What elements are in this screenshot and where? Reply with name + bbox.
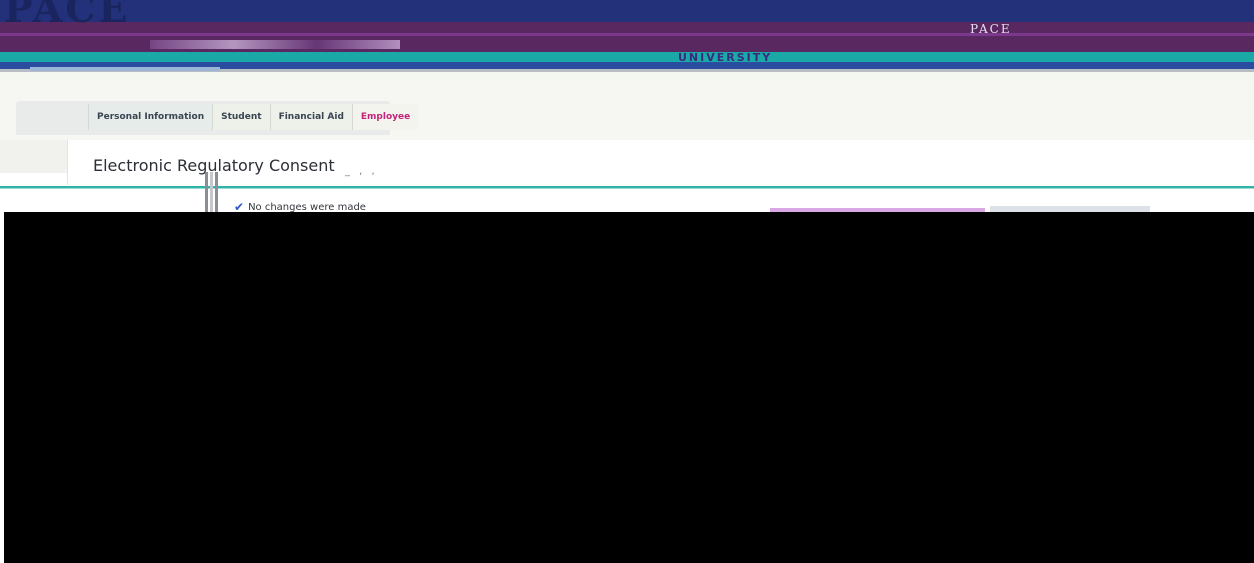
header-wave-accent	[30, 67, 220, 71]
title-divider-shadow	[0, 188, 1254, 189]
header-banner: PACE PACE UNIVERSITY	[0, 0, 1254, 80]
gutter-bars-decoration	[205, 172, 229, 212]
main-content-area	[4, 212, 1254, 563]
title-artifact: _ , ,	[345, 166, 378, 177]
header-rule	[0, 33, 1254, 36]
header-wave-decoration	[150, 40, 400, 49]
tab-financial-aid[interactable]: Financial Aid	[269, 104, 352, 130]
university-logo-subtext: UNIVERSITY	[678, 51, 773, 64]
university-logo-secondary: PACE	[970, 22, 1012, 36]
university-logo[interactable]: PACE	[4, 0, 131, 28]
status-message-text: No changes were made	[248, 201, 366, 213]
tab-student[interactable]: Student	[212, 104, 270, 130]
tab-personal-information[interactable]: Personal Information	[88, 104, 213, 130]
header-navy-band	[0, 0, 1254, 22]
main-tabs: Personal Information Student Financial A…	[88, 104, 419, 136]
left-gutter	[0, 140, 67, 173]
tab-employee[interactable]: Employee	[351, 104, 419, 130]
